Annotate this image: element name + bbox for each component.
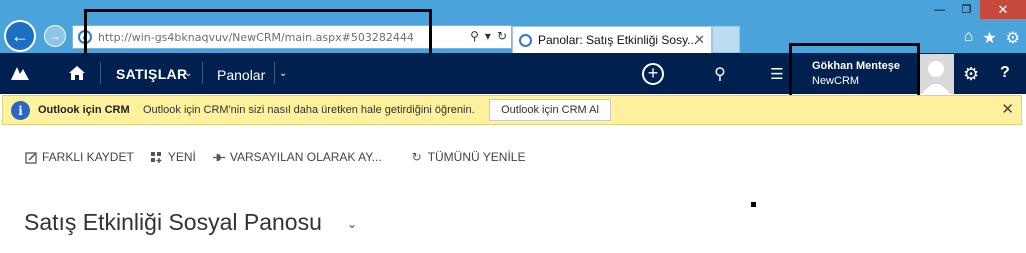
new-grid-icon [150,151,164,164]
restore-icon[interactable]: ❐ [953,0,980,19]
forward-button[interactable]: → [44,25,66,47]
tab-title: Panolar: Satış Etkinliği Sosy... [538,33,698,47]
nav-separator [100,62,101,84]
notification-bar: i Outlook için CRM Outlook için CRM'nin … [2,95,1022,125]
notification-title: Outlook için CRM [38,104,130,116]
address-host: http://win-gs4bknaqvuv [98,30,229,44]
browser-chrome: — ❐ ✕ ← → e http://win-gs4bknaqvuv/NewCR… [0,0,1026,53]
page-title[interactable]: Satış Etkinliği Sosyal Panosu [24,209,322,236]
back-button[interactable]: ← [4,20,36,52]
nav-separator [274,62,275,84]
arrow-right-icon: → [49,29,61,43]
search-icon: ⚲ [714,66,726,83]
command-bar: FARKLI KAYDET YENİ VARSAYILAN OLARAK AY.… [24,148,541,166]
home-icon[interactable] [68,65,86,81]
help-icon[interactable]: ? [1000,64,1010,82]
new-tab-button[interactable] [712,26,740,53]
info-icon: i [11,101,30,120]
browser-toolbar: ⌂ ★ ⚙ [964,28,1020,48]
chevron-down-icon[interactable]: ⌄ [279,68,287,79]
search-icon[interactable]: ⚲ [470,29,479,43]
save-as-button[interactable]: FARKLI KAYDET [24,150,134,164]
refresh-all-button[interactable]: ↻ TÜMÜNÜ YENİLE [410,150,526,164]
save-as-icon [24,151,38,164]
get-outlook-crm-button[interactable]: Outlook için CRM Al [489,99,611,121]
chevron-down-icon[interactable]: ⌄ [184,68,192,79]
nav-separator [202,62,203,84]
marker-dot [751,202,756,207]
arrow-left-icon: ← [11,25,29,46]
browser-tab[interactable]: Panolar: Satış Etkinliği Sosy... ✕ [512,26,712,53]
home-icon[interactable]: ⌂ [964,28,974,48]
close-window-icon[interactable]: ✕ [980,0,1026,19]
minimize-icon[interactable]: — [926,0,953,19]
refresh-all-label: TÜMÜNÜ YENİLE [427,150,526,164]
crm-nav-bar: SATIŞLAR ⌄ Panolar ⌄ + ⚲ ☰ Gökhan Menteş… [0,53,1026,94]
dropdown-icon[interactable]: ▾ [485,29,491,43]
org-name: NewCRM [812,75,860,87]
star-icon[interactable]: ★ [982,28,996,48]
nav-area-label[interactable]: SATIŞLAR [116,66,187,82]
tab-favicon-icon [519,33,532,47]
new-label: YENİ [167,150,196,164]
notification-message: Outlook için CRM'nin sizi nasıl daha üre… [143,104,475,116]
address-url[interactable]: http://win-gs4bknaqvuv/NewCRM/main.aspx#… [98,31,414,44]
plus-icon: + [642,63,664,85]
gear-icon[interactable]: ⚙ [1006,28,1020,48]
user-info[interactable]: Gökhan Menteşe NewCRM [812,59,900,89]
pin-icon [212,151,226,164]
create-button[interactable]: + [641,62,665,86]
refresh-icon: ↻ [411,150,422,164]
close-tab-icon[interactable]: ✕ [694,32,705,48]
user-silhouette-icon [922,61,950,94]
filter-icon: ☰ [770,66,784,83]
crm-logo-icon[interactable] [10,65,30,81]
user-name: Gökhan Menteşe [812,60,901,72]
address-path: /NewCRM/main.aspx#503282444 [228,30,414,44]
advanced-find-button[interactable]: ☰ [765,62,789,86]
address-tools: ⚲ ▾ ↻ [470,29,507,43]
ie-favicon-icon: e [78,30,92,44]
avatar[interactable] [918,54,954,94]
address-bar[interactable]: e http://win-gs4bknaqvuv/NewCRM/main.asp… [72,25,512,49]
refresh-icon[interactable]: ↻ [497,29,507,43]
new-button[interactable]: YENİ [150,150,196,164]
window-controls: — ❐ ✕ [926,0,1026,20]
set-default-button[interactable]: VARSAYILAN OLARAK AY... [212,150,382,164]
save-as-label: FARKLI KAYDET [42,150,134,164]
nav-sub-label[interactable]: Panolar [217,67,265,83]
chevron-down-icon[interactable]: ⌄ [347,217,357,231]
set-default-label: VARSAYILAN OLARAK AY... [229,150,382,164]
search-button[interactable]: ⚲ [708,62,732,86]
close-icon[interactable]: ✕ [1001,100,1014,118]
gear-icon[interactable]: ⚙ [963,64,979,85]
